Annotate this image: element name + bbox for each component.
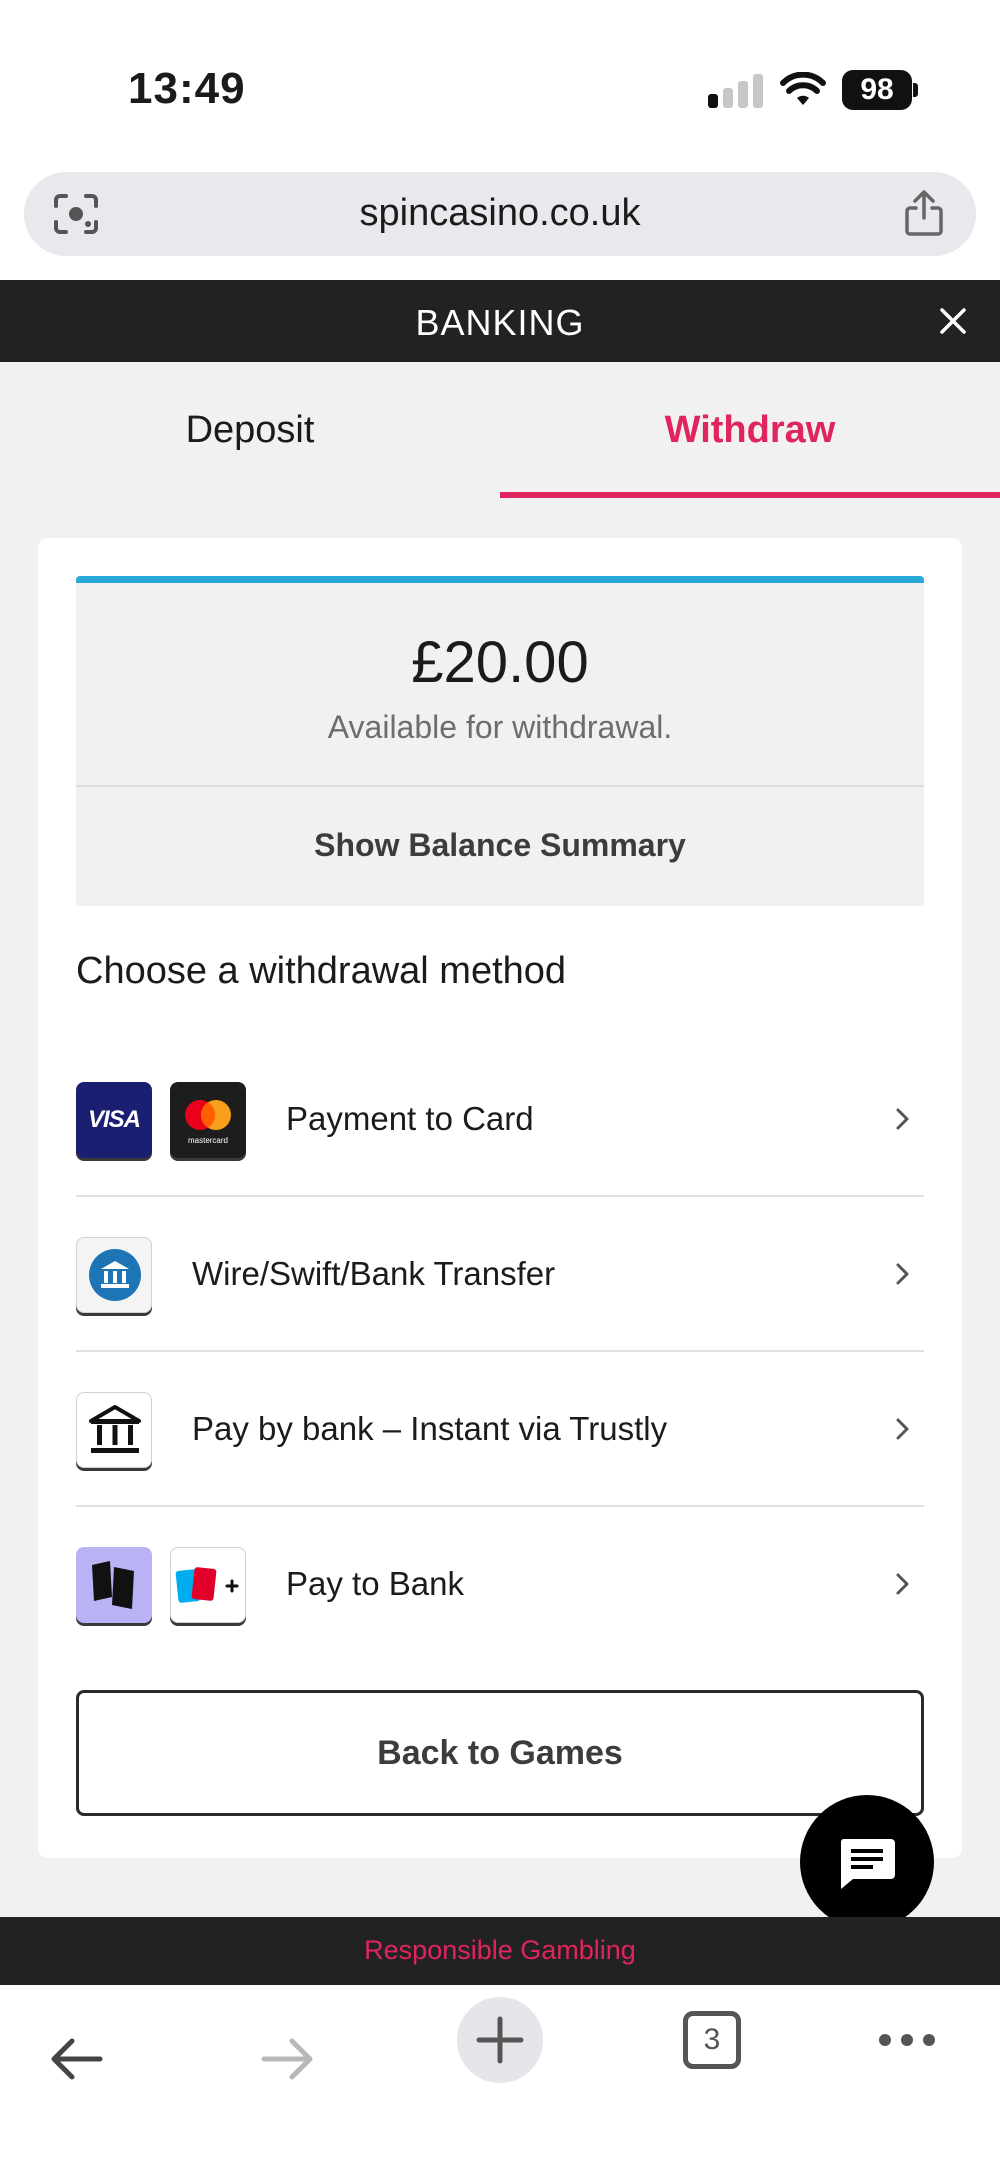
chevron-right-icon xyxy=(896,1418,909,1440)
tab-switcher-button[interactable]: 3 xyxy=(683,2011,741,2069)
method-pay-to-bank[interactable]: Pay to Bank xyxy=(76,1507,924,1662)
banking-content: Deposit Withdraw £20.00 Available for wi… xyxy=(0,362,1000,1917)
wifi-icon xyxy=(780,72,826,105)
live-chat-button[interactable] xyxy=(800,1795,934,1929)
method-trustly[interactable]: Pay by bank – Instant via Trustly xyxy=(76,1352,924,1507)
method-payment-to-card[interactable]: VISA mastercard Payment to Card xyxy=(76,1042,924,1197)
chevron-right-icon xyxy=(896,1263,909,1285)
battery-level: 98 xyxy=(842,70,912,110)
page-title: BANKING xyxy=(415,302,585,343)
balance-amount: £20.00 xyxy=(411,630,589,695)
back-arrow-icon[interactable] xyxy=(46,2035,106,2083)
uk-banks-logo xyxy=(170,1547,246,1623)
mastercard-logo: mastercard xyxy=(170,1082,246,1158)
tab-withdraw[interactable]: Withdraw xyxy=(500,362,1000,498)
method-label: Payment to Card xyxy=(286,1100,534,1137)
balance-panel: £20.00 Available for withdrawal. Show Ba… xyxy=(76,576,924,906)
battery-icon: 98 xyxy=(842,70,918,110)
withdraw-card: £20.00 Available for withdrawal. Show Ba… xyxy=(38,538,962,1858)
method-label: Pay to Bank xyxy=(286,1565,464,1602)
cellular-signal-icon xyxy=(708,74,764,108)
chevron-right-icon xyxy=(896,1573,909,1595)
withdrawal-method-heading: Choose a withdrawal method xyxy=(76,950,567,992)
tab-bar: Deposit Withdraw xyxy=(0,362,1000,498)
chevron-right-icon xyxy=(896,1108,909,1130)
method-label: Pay by bank – Instant via Trustly xyxy=(192,1410,668,1447)
forward-arrow-icon[interactable] xyxy=(258,2035,318,2083)
responsible-gambling-link[interactable]: Responsible Gambling xyxy=(0,1935,1000,1966)
url-text: spincasino.co.uk xyxy=(359,192,641,234)
active-tab-indicator xyxy=(500,492,1000,498)
back-to-games-button[interactable]: Back to Games xyxy=(76,1690,924,1816)
chat-icon xyxy=(840,1839,895,1889)
plus-icon xyxy=(476,2016,524,2064)
share-icon[interactable] xyxy=(902,188,946,238)
show-balance-summary-button[interactable]: Show Balance Summary xyxy=(76,785,924,906)
footer-bar: Responsible Gambling xyxy=(0,1917,1000,1985)
bank-transfer-logo xyxy=(76,1237,152,1313)
address-bar[interactable]: spincasino.co.uk xyxy=(24,172,976,256)
new-tab-button[interactable] xyxy=(457,1997,543,2083)
status-time: 13:49 xyxy=(128,64,246,113)
pay-to-bank-logo xyxy=(76,1547,152,1623)
balance-caption: Available for withdrawal. xyxy=(327,709,673,745)
bank-building-logo xyxy=(76,1392,152,1468)
close-icon[interactable] xyxy=(938,306,968,336)
more-options-icon[interactable] xyxy=(876,2029,938,2051)
tab-deposit[interactable]: Deposit xyxy=(0,362,500,498)
browser-toolbar: 3 xyxy=(0,1985,1000,2171)
method-wire-transfer[interactable]: Wire/Swift/Bank Transfer xyxy=(76,1197,924,1352)
method-label: Wire/Swift/Bank Transfer xyxy=(192,1255,556,1292)
banking-header: BANKING xyxy=(0,280,1000,362)
status-bar: 13:49 98 xyxy=(0,0,1000,160)
visa-logo: VISA xyxy=(76,1082,152,1158)
